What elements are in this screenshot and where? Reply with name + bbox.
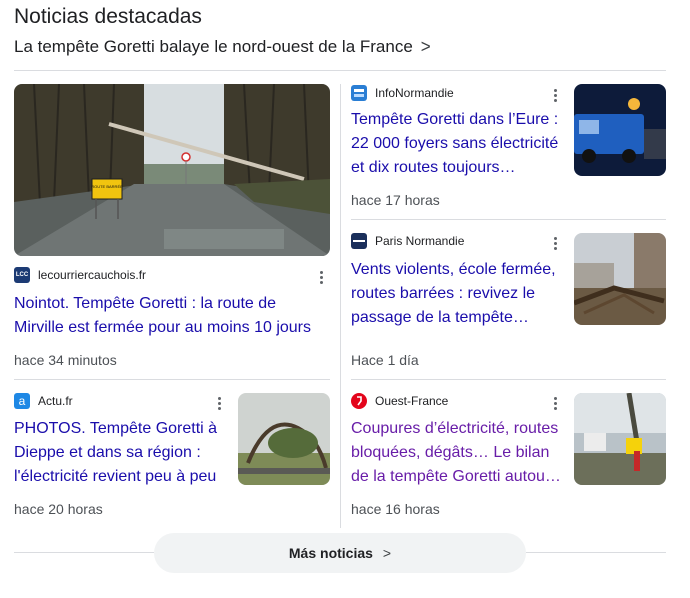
actu-fr-logo-icon: a (14, 393, 30, 409)
left-article-source[interactable]: a Actu.fr (14, 393, 73, 409)
column-divider (340, 84, 341, 528)
more-news-button[interactable]: Más noticias > (154, 533, 526, 573)
featured-headline[interactable]: Nointot. Tempête Goretti : la route de M… (14, 292, 330, 340)
left-article-image[interactable] (238, 393, 330, 485)
right-article-2-source[interactable]: Paris Normandie (351, 233, 464, 249)
right-article-1-image[interactable] (574, 84, 666, 176)
paris-normandie-logo-icon (351, 233, 367, 249)
right-article-2-time: Hace 1 día (351, 352, 419, 368)
featured-article-image[interactable]: ROUTE BARRÉE (14, 84, 330, 256)
right-article-1-headline[interactable]: Tempête Goretti dans l’Eure : 22 000 foy… (351, 108, 563, 180)
right-article-1-time: hace 17 horas (351, 192, 440, 208)
kebab-menu-icon[interactable] (314, 268, 328, 286)
topic-title: La tempête Goretti balaye le nord-ouest … (14, 37, 413, 56)
right-article-2-image[interactable] (574, 233, 666, 325)
left-article-time: hace 20 horas (14, 501, 103, 517)
chevron-right-icon: > (420, 36, 431, 57)
right-article-3-headline[interactable]: Coupures d’électricité, routes bloquées,… (351, 417, 563, 489)
infonormandie-logo-icon (351, 85, 367, 101)
source-name: Actu.fr (38, 394, 73, 408)
bottom-divider-right (526, 552, 666, 553)
right-article-2-headline[interactable]: Vents violents, école fermée, routes bar… (351, 258, 563, 330)
kebab-menu-icon[interactable] (548, 86, 562, 104)
source-name: lecourriercauchois.fr (38, 268, 147, 282)
kebab-menu-icon[interactable] (212, 394, 226, 412)
right-row-divider-2 (351, 379, 666, 380)
left-article-headline[interactable]: PHOTOS. Tempête Goretti à Dieppe et dans… (14, 417, 226, 489)
source-name: Paris Normandie (375, 234, 465, 248)
left-row-divider (14, 379, 330, 380)
lecourriercauchois-logo-icon: LCC (14, 267, 30, 283)
featured-time: hace 34 minutos (14, 352, 117, 368)
right-article-3-image[interactable] (574, 393, 666, 485)
section-title: Noticias destacadas (14, 5, 202, 28)
road-closed-sign-text: ROUTE BARRÉE (91, 184, 123, 189)
source-name: Ouest-France (375, 394, 449, 408)
chevron-right-icon: > (382, 545, 392, 561)
right-row-divider-1 (351, 219, 666, 220)
more-news-label: Más noticias (288, 545, 373, 561)
right-article-3-time: hace 16 horas (351, 501, 440, 517)
topic-link[interactable]: La tempête Goretti balaye le nord-ouest … (14, 36, 431, 57)
source-name: InfoNormandie (375, 86, 454, 100)
right-article-3-source[interactable]: Ouest-France (351, 393, 448, 409)
top-divider (14, 70, 666, 71)
bottom-divider-left (14, 552, 154, 553)
featured-source[interactable]: LCC lecourriercauchois.fr (14, 267, 146, 283)
kebab-menu-icon[interactable] (548, 234, 562, 252)
right-article-1-source[interactable]: InfoNormandie (351, 85, 454, 101)
ouest-france-logo-icon (351, 393, 367, 409)
kebab-menu-icon[interactable] (548, 394, 562, 412)
